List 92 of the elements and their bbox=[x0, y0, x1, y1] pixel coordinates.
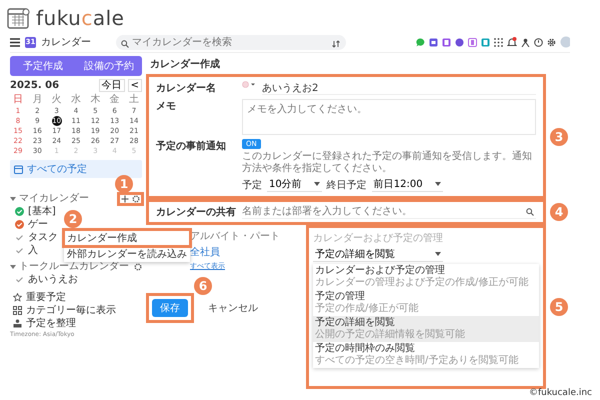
step-number-badge: 4 bbox=[550, 203, 568, 221]
prev-month-button[interactable]: < bbox=[128, 79, 142, 92]
notification-bell-icon[interactable] bbox=[507, 37, 517, 47]
search-icon bbox=[121, 40, 129, 48]
caret-icon bbox=[435, 252, 441, 256]
color-picker-icon[interactable] bbox=[242, 81, 256, 88]
memo-field[interactable]: メモを入力してください。 bbox=[242, 99, 536, 135]
settings-icon[interactable] bbox=[134, 262, 142, 270]
weekday-label: 木 bbox=[89, 94, 102, 106]
permission-option[interactable]: カレンダーおよび予定の管理 カレンダーの管理および予定の作成/修正が可能 bbox=[313, 264, 539, 290]
weekday-label: 月 bbox=[31, 94, 44, 106]
checked-checkbox-icon[interactable] bbox=[15, 220, 24, 229]
chat-icon[interactable] bbox=[416, 38, 425, 46]
menu-item[interactable]: カレンダー作成 bbox=[64, 230, 190, 246]
permission-option[interactable]: 予定の詳細を閲覧 公開の予定の詳細情報を閲覧可能 bbox=[313, 316, 539, 342]
copyright-text: ©fukucale.inc bbox=[528, 388, 592, 398]
action-button[interactable]: 設備の予約 bbox=[76, 56, 142, 76]
select-label: 終日予定 bbox=[326, 178, 367, 192]
calendar-list-item[interactable]: あいうえお bbox=[10, 273, 78, 286]
share-search-field[interactable]: 名前または部署を入力してください。 bbox=[242, 205, 536, 219]
option-title: カレンダーおよび予定の管理 bbox=[315, 265, 446, 276]
member-link[interactable]: 全社員 bbox=[190, 245, 220, 259]
permission-option[interactable]: 予定の時間枠のみ閲覧 すべての予定の空き時間/予定ありを閲覧可能 bbox=[313, 342, 539, 368]
caret-icon bbox=[434, 182, 441, 186]
category-grid-icon bbox=[13, 306, 22, 315]
notification-description: このカレンダーに登録された予定の事前通知を受信します。通知方法や条件を指定してください。 bbox=[242, 151, 533, 175]
cancel-button[interactable]: キャンセル bbox=[202, 300, 264, 316]
check-icon[interactable] bbox=[15, 275, 24, 284]
field-label: 予定の事前通知 bbox=[156, 139, 227, 153]
section-header[interactable]: マイカレンダー bbox=[19, 192, 89, 205]
calendar-name-field[interactable]: あいうえお2 bbox=[262, 81, 536, 95]
add-icon[interactable] bbox=[121, 194, 129, 202]
calendar-list-item[interactable]: 入 bbox=[10, 244, 38, 257]
field-label: カレンダーの共有 bbox=[156, 206, 236, 219]
weekday-label: 火 bbox=[50, 94, 63, 106]
check-icon[interactable] bbox=[15, 246, 24, 255]
calendar-list-item[interactable]: ゲー bbox=[10, 218, 48, 231]
sort-icon[interactable] bbox=[332, 40, 340, 48]
weekday-label: 金 bbox=[108, 94, 121, 106]
option-title: 予定の管理 bbox=[315, 291, 366, 302]
step-number-badge: 3 bbox=[550, 128, 568, 146]
search-icon bbox=[526, 208, 534, 216]
action-button[interactable]: 予定作成 bbox=[10, 56, 76, 76]
option-description: 公開の予定の詳細情報を閲覧可能 bbox=[315, 329, 466, 341]
option-title: 予定の詳細を閲覧 bbox=[315, 317, 396, 328]
app-grid-icon[interactable] bbox=[494, 38, 503, 46]
field-label: カレンダー名 bbox=[156, 82, 217, 95]
option-title: 予定の時間枠のみ閲覧 bbox=[315, 343, 416, 354]
month-label: 2025. 06 bbox=[10, 80, 60, 91]
step-number-badge: 6 bbox=[194, 277, 212, 295]
calendar-list-item[interactable]: [基本] bbox=[10, 205, 56, 218]
step-number-badge: 2 bbox=[64, 210, 82, 228]
menu-item[interactable]: 外部カレンダーを読み込み bbox=[64, 246, 190, 262]
sidebar-link[interactable]: 予定を整理 bbox=[10, 317, 142, 330]
calendar-list-item[interactable]: タスク bbox=[10, 231, 58, 244]
member-name: アルバイト・パート bbox=[190, 230, 280, 243]
reminder-select[interactable]: 10分前 bbox=[267, 177, 322, 192]
sidebar-link[interactable]: カテゴリー毎に表示 bbox=[10, 304, 142, 317]
caret-icon[interactable] bbox=[10, 196, 16, 200]
select-label: 予定 bbox=[242, 178, 262, 192]
weekday-label: 日 bbox=[12, 94, 24, 106]
search-field[interactable]: マイカレンダーを検索 bbox=[116, 34, 346, 50]
brand-name: fukucale bbox=[36, 6, 124, 30]
step-number-badge: 5 bbox=[550, 298, 568, 316]
permission-select[interactable]: 予定の詳細を閲覧 bbox=[313, 247, 443, 262]
permission-option[interactable]: 予定の管理 予定の作成/修正が可能 bbox=[313, 290, 539, 316]
settings-icon[interactable] bbox=[132, 194, 140, 202]
page-title: カレンダー作成 bbox=[150, 58, 221, 71]
app-title: カレンダー bbox=[41, 36, 91, 49]
option-description: すべての予定の空き時間/予定ありを閲覧可能 bbox=[315, 355, 520, 367]
caret-icon[interactable] bbox=[10, 264, 16, 268]
caret-icon bbox=[314, 182, 320, 186]
permission-header: カレンダーおよび予定の管理 bbox=[313, 232, 443, 245]
weekday-label: 土 bbox=[128, 94, 140, 106]
today-button[interactable]: 今日 bbox=[98, 79, 125, 92]
field-label: メモ bbox=[156, 100, 177, 113]
calendar-icon bbox=[14, 164, 23, 174]
star-icon bbox=[13, 293, 22, 302]
organize-icon bbox=[13, 319, 22, 328]
weekday-label: 水 bbox=[70, 94, 82, 106]
reminder-select[interactable]: 前日12:00 bbox=[372, 177, 443, 192]
check-icon[interactable] bbox=[15, 233, 24, 242]
sidebar-link[interactable]: 重要予定 bbox=[10, 291, 142, 304]
clock-icon[interactable] bbox=[534, 38, 543, 46]
option-description: カレンダーの管理および予定の作成/修正が可能 bbox=[315, 277, 530, 289]
person-icon[interactable] bbox=[521, 38, 530, 46]
menu-icon[interactable] bbox=[10, 38, 20, 46]
checked-checkbox-icon[interactable] bbox=[15, 207, 24, 216]
settings-icon[interactable] bbox=[547, 38, 556, 46]
all-events-item[interactable]: すべての予定 bbox=[10, 160, 142, 178]
option-description: 予定の作成/修正が可能 bbox=[315, 303, 420, 315]
calendar-logo-icon bbox=[6, 6, 32, 30]
